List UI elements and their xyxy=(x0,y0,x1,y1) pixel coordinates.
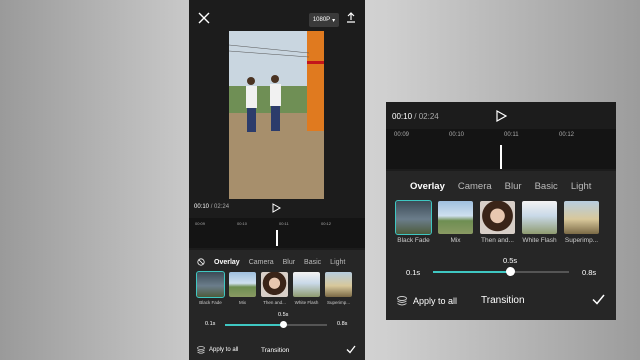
transition-item[interactable]: Mix xyxy=(438,201,473,253)
transition-label: Then and... xyxy=(263,300,286,305)
tab-blur[interactable]: Blur xyxy=(283,259,295,266)
duration-value: 0.5s xyxy=(503,256,518,265)
ruler-tick: 00:10 xyxy=(449,132,465,138)
transition-item[interactable]: White Flash xyxy=(293,272,320,314)
transition-list: Black Fade Mix Then and... White Flash S… xyxy=(395,200,606,253)
tab-blur[interactable]: Blur xyxy=(505,181,522,192)
current-time: 00:10 xyxy=(392,112,413,121)
total-time: / 02:24 xyxy=(210,204,230,210)
ruler-tick: 00:10 xyxy=(237,221,248,226)
transition-label: Black Fade xyxy=(199,300,222,305)
sheet-title: Transition xyxy=(261,347,290,354)
no-transition-icon[interactable] xyxy=(197,258,205,266)
transition-item[interactable]: Then and... xyxy=(480,201,515,253)
apply-to-all-button[interactable]: Apply to all xyxy=(209,347,238,353)
playback-time: 00:10 / 02:24 xyxy=(194,204,229,210)
zoomed-editor-panel: 00:10 / 02:24 00:09 00:10 00:11 00:12 Ov… xyxy=(386,102,616,320)
resolution-dropdown[interactable]: 1080P ▾ xyxy=(309,13,339,27)
ruler-tick: 00:09 xyxy=(195,221,206,226)
tab-overlay[interactable]: Overlay xyxy=(214,259,240,266)
mountain-thumb xyxy=(438,201,473,234)
transition-label: Mix xyxy=(450,237,461,244)
transition-label: Mix xyxy=(239,300,246,305)
transition-item[interactable]: Superimp... xyxy=(564,201,599,253)
transition-list: Black Fade Mix Then and... White Flash S… xyxy=(196,271,357,314)
transition-item[interactable]: Superimp... xyxy=(325,272,352,314)
transition-label: Then and... xyxy=(481,237,514,244)
close-icon[interactable] xyxy=(198,12,210,24)
transition-label: Black Fade xyxy=(397,237,430,244)
duration-max: 0.8s xyxy=(582,268,597,277)
confirm-check-icon[interactable] xyxy=(592,294,605,305)
ruler-tick: 00:12 xyxy=(559,132,575,138)
play-icon[interactable] xyxy=(271,203,281,213)
tab-light[interactable]: Light xyxy=(330,259,345,266)
play-icon[interactable] xyxy=(495,110,507,122)
sheet-title: Transition xyxy=(481,295,525,306)
tab-camera[interactable]: Camera xyxy=(458,181,492,192)
ruler-tick: 00:11 xyxy=(504,132,519,138)
timeline-ruler[interactable]: 00:09 00:10 00:11 00:12 xyxy=(386,129,616,169)
ruler-tick: 00:12 xyxy=(321,221,332,226)
tab-light[interactable]: Light xyxy=(571,181,592,192)
slider-handle[interactable] xyxy=(506,267,516,276)
duration-min: 0.1s xyxy=(205,321,216,327)
transition-label: White Flash xyxy=(522,237,557,244)
transition-item[interactable]: Mix xyxy=(229,272,256,314)
tab-basic[interactable]: Basic xyxy=(535,181,558,192)
ruler-tick: 00:09 xyxy=(394,132,410,138)
duration-max: 0.8s xyxy=(337,321,348,327)
duration-value: 0.5s xyxy=(278,312,289,318)
layers-icon xyxy=(397,296,407,306)
preview-frame xyxy=(229,31,324,199)
confirm-check-icon[interactable] xyxy=(346,345,356,354)
transition-tabs: Overlay Camera Blur Basic Light xyxy=(189,256,365,268)
apply-to-all-button[interactable]: Apply to all xyxy=(413,296,457,306)
slider-handle[interactable] xyxy=(279,321,287,328)
playhead[interactable] xyxy=(500,145,502,169)
chevron-down-icon: ▾ xyxy=(332,17,336,24)
duration-min: 0.1s xyxy=(406,268,421,277)
transition-item[interactable]: Black Fade xyxy=(196,271,225,314)
tab-basic[interactable]: Basic xyxy=(304,259,321,266)
mountain-thumb xyxy=(229,272,256,297)
transition-sheet: Overlay Camera Blur Basic Light Black Fa… xyxy=(189,250,365,360)
slider-fill xyxy=(433,271,511,273)
mountain-thumb xyxy=(395,200,432,235)
transition-item[interactable]: White Flash xyxy=(522,201,557,253)
layers-icon xyxy=(197,346,205,354)
total-time: / 02:24 xyxy=(414,112,439,121)
transition-sheet: Overlay Camera Blur Basic Light Black Fa… xyxy=(386,171,616,320)
playhead[interactable] xyxy=(276,230,278,246)
mountain-thumb xyxy=(325,272,352,297)
editor-screen: 1080P ▾ 00:10 / 02:24 00:09 00:10 00:11 … xyxy=(189,0,365,360)
tab-overlay[interactable]: Overlay xyxy=(410,181,445,192)
video-preview[interactable] xyxy=(229,31,324,199)
tab-camera[interactable]: Camera xyxy=(249,259,274,266)
export-icon[interactable] xyxy=(345,12,357,24)
transition-item[interactable]: Black Fade xyxy=(395,200,432,253)
mountain-thumb xyxy=(522,201,557,234)
mountain-thumb xyxy=(293,272,320,297)
transition-item[interactable]: Then and... xyxy=(261,272,288,314)
portrait-thumb xyxy=(261,272,288,297)
transition-tabs: Overlay Camera Blur Basic Light xyxy=(386,178,591,194)
playback-time: 00:10 / 02:24 xyxy=(392,112,439,121)
current-time: 00:10 xyxy=(194,204,210,210)
slider-fill xyxy=(225,324,284,326)
mountain-thumb xyxy=(564,201,599,234)
ruler-tick: 00:11 xyxy=(279,221,289,226)
mountain-thumb xyxy=(196,271,225,298)
resolution-label: 1080P xyxy=(312,17,331,23)
timeline-ruler[interactable]: 00:09 00:10 00:11 00:12 xyxy=(189,218,365,248)
transition-label: Superimp... xyxy=(326,300,350,305)
transition-label: White Flash xyxy=(294,300,319,305)
portrait-thumb xyxy=(480,201,515,234)
transition-label: Superimp... xyxy=(564,237,599,244)
